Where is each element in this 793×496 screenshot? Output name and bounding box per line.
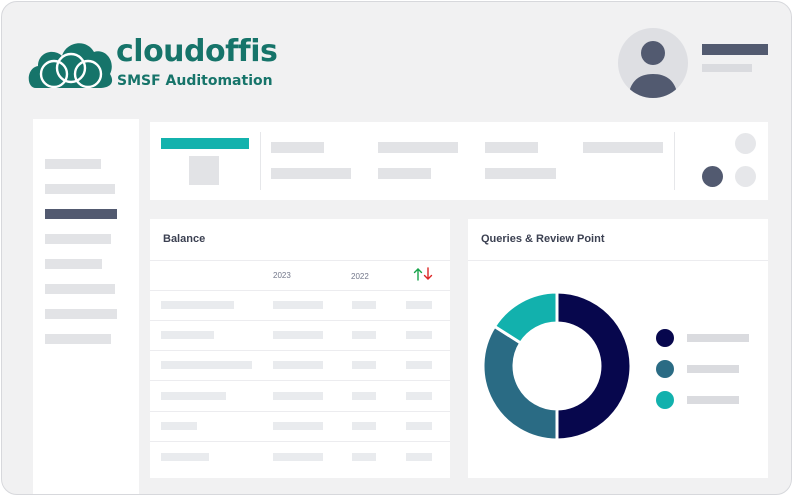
table-row-divider [150, 441, 450, 442]
app-window: cloudoffis SMSF Auditomation Balance 202… [1, 1, 792, 495]
active-tab-indicator[interactable] [161, 138, 249, 149]
cloud-logo-icon [28, 43, 113, 89]
sidebar [33, 119, 139, 494]
table-cell [406, 331, 432, 339]
card-divider [468, 260, 768, 261]
table-cell [406, 361, 432, 369]
table-row-divider [150, 380, 450, 381]
user-role-placeholder [702, 64, 752, 72]
table-cell [161, 331, 214, 339]
toolbar-action-button[interactable] [735, 166, 756, 187]
donut-chart[interactable] [482, 291, 632, 441]
sidebar-item-4[interactable] [45, 234, 111, 244]
queries-title: Queries & Review Point [481, 233, 605, 245]
column-header-2023: 2023 [273, 271, 291, 280]
sidebar-item-1[interactable] [45, 159, 101, 169]
legend-swatch-1 [656, 329, 674, 347]
table-cell [352, 453, 376, 461]
table-cell [161, 392, 226, 400]
table-cell [273, 331, 323, 339]
sidebar-item-7[interactable] [45, 309, 117, 319]
card-divider [150, 260, 450, 261]
table-row-divider [150, 290, 450, 291]
table-cell [406, 422, 432, 430]
brand-tagline: SMSF Auditomation [117, 73, 273, 89]
table-cell [273, 422, 323, 430]
table-cell [406, 453, 432, 461]
table-cell [273, 453, 323, 461]
legend-swatch-3 [656, 391, 674, 409]
table-cell [273, 301, 323, 309]
sidebar-item-2[interactable] [45, 184, 115, 194]
toolbar-field [485, 142, 538, 153]
sidebar-item-active[interactable] [45, 209, 117, 219]
sidebar-item-8[interactable] [45, 334, 111, 344]
toolbar-field [378, 142, 458, 153]
toolbar-divider [260, 132, 261, 190]
table-cell [161, 453, 209, 461]
table-cell [161, 422, 197, 430]
table-row-divider [150, 411, 450, 412]
balance-card: Balance 2023 2022 [150, 219, 450, 478]
brand-name: cloudoffis [116, 34, 278, 69]
column-header-2022: 2022 [351, 272, 369, 281]
table-row-divider [150, 320, 450, 321]
sidebar-item-5[interactable] [45, 259, 102, 269]
toolbar-action-button[interactable] [702, 166, 723, 187]
legend-label-placeholder [687, 396, 739, 404]
table-cell [161, 301, 234, 309]
table-cell [273, 361, 323, 369]
user-avatar-icon [628, 41, 678, 98]
queries-card: Queries & Review Point [468, 219, 768, 478]
legend-label-placeholder [687, 365, 739, 373]
table-cell [161, 361, 252, 369]
user-name-placeholder [702, 44, 768, 55]
sidebar-item-6[interactable] [45, 284, 115, 294]
toolbar-divider [674, 132, 675, 190]
table-cell [352, 301, 376, 309]
toolbar-action-button[interactable] [735, 133, 756, 154]
legend-swatch-2 [656, 360, 674, 378]
summary-toolbar [150, 122, 768, 200]
table-cell [273, 392, 323, 400]
up-down-arrows-icon[interactable] [413, 267, 435, 281]
table-cell [352, 361, 376, 369]
user-avatar[interactable] [618, 28, 688, 98]
table-cell [352, 331, 376, 339]
table-row-divider [150, 350, 450, 351]
toolbar-field [583, 142, 663, 153]
toolbar-field [485, 168, 556, 179]
toolbar-thumbnail [189, 156, 219, 185]
balance-title: Balance [163, 233, 206, 245]
donut-slice-1[interactable] [555, 291, 632, 441]
toolbar-field [271, 142, 324, 153]
table-cell [352, 422, 376, 430]
toolbar-field [271, 168, 351, 179]
toolbar-field [378, 168, 431, 179]
table-cell [406, 392, 432, 400]
table-cell [352, 392, 376, 400]
table-cell [406, 301, 432, 309]
legend-label-placeholder [687, 334, 749, 342]
